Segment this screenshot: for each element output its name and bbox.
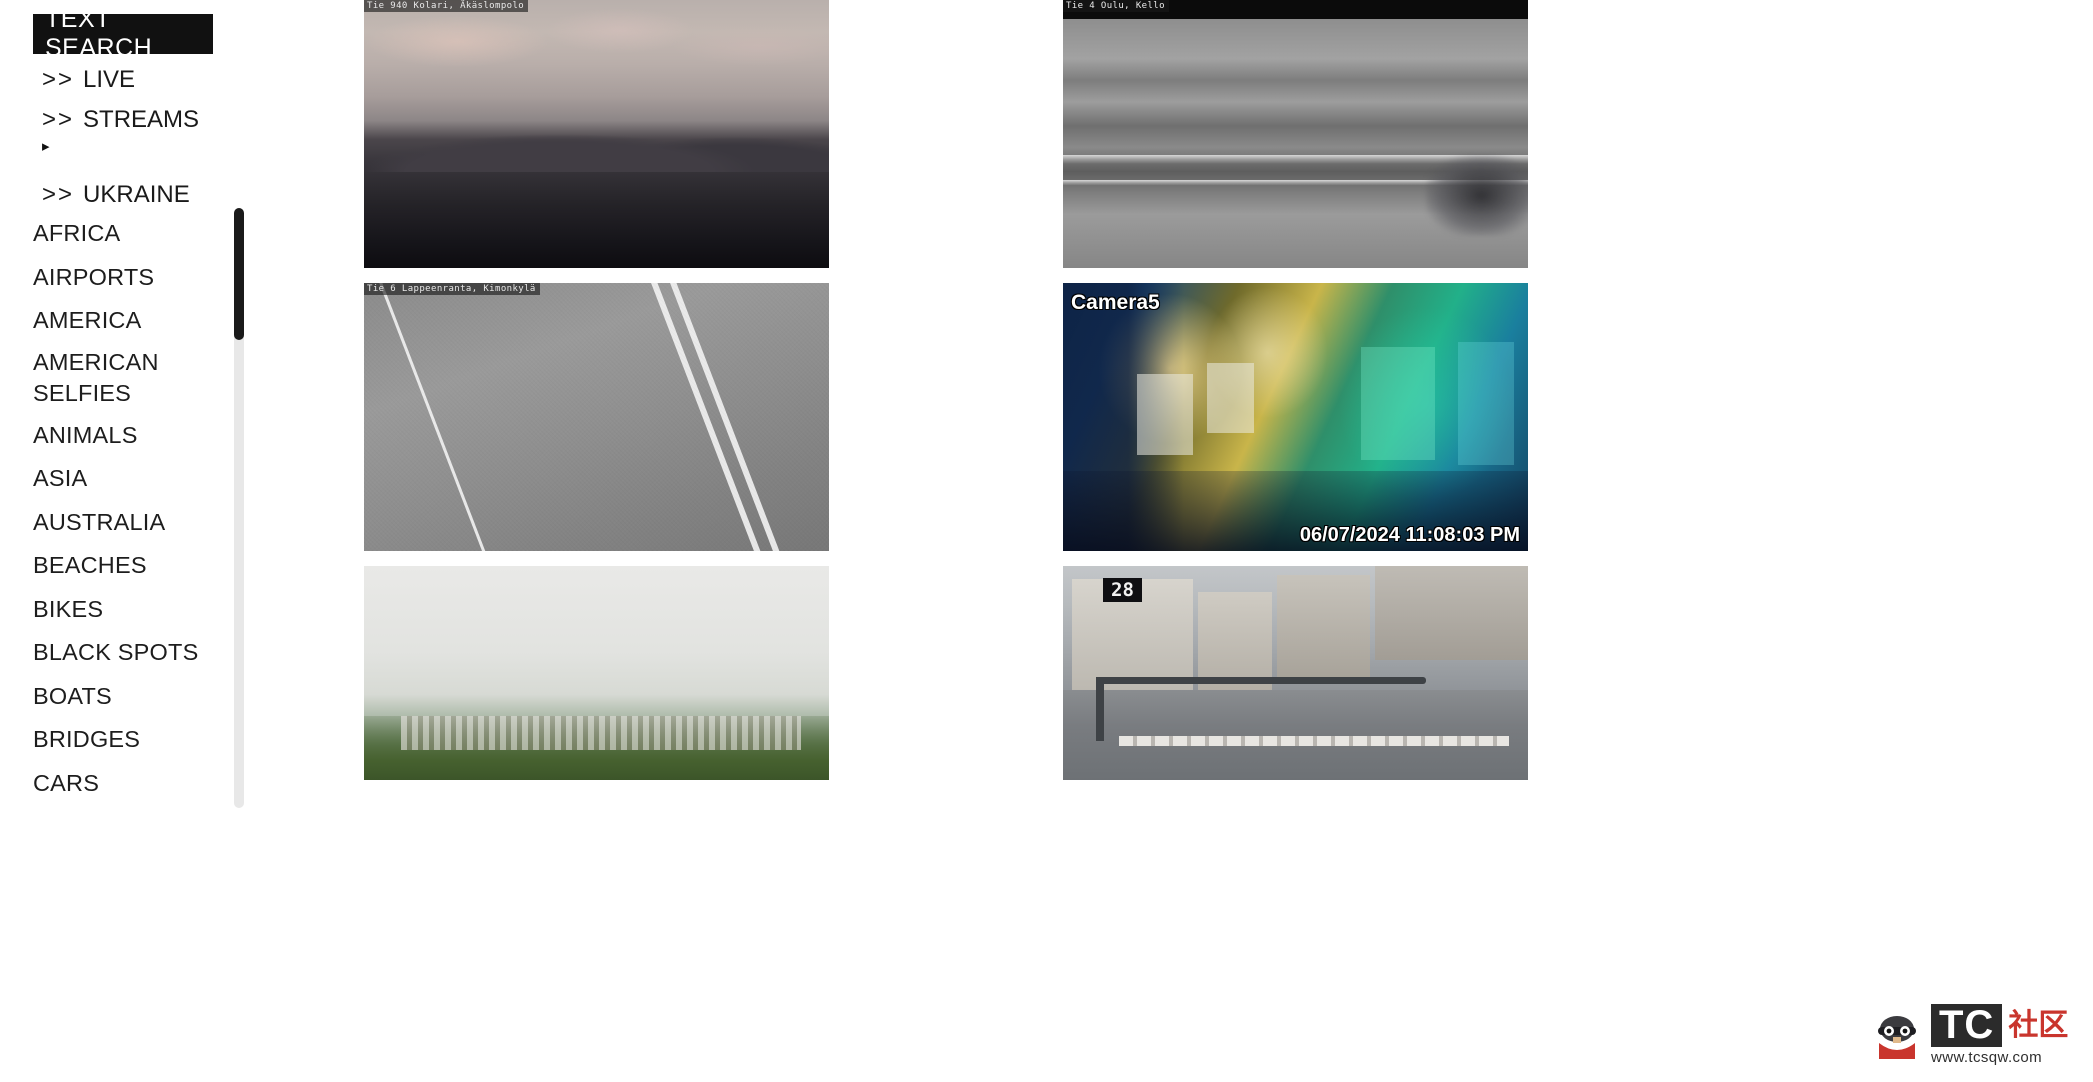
camera-timestamp: 06/07/2024 11:08:03 PM <box>1299 524 1520 546</box>
watermark-brand: TC <box>1931 1003 2003 1048</box>
median-barrier <box>1118 735 1510 746</box>
mascot-icon <box>1869 1007 1925 1063</box>
camera-image <box>364 0 829 268</box>
sidebar-item-black-spots[interactable]: BLACK SPOTS <box>0 631 236 675</box>
category-list: AFRICA AIRPORTS AMERICA AMERICAN SELFIES… <box>0 212 236 805</box>
camera-thumb-asphalt[interactable]: Tie 6 Lappeenranta, Kimonkylä <box>364 283 829 551</box>
camera-caption: Tie 940 Kolari, Äkäslompolo <box>364 0 529 12</box>
nav-link-label: STREAMS <box>83 105 200 133</box>
sidebar-item-asia[interactable]: ASIA <box>0 457 236 501</box>
chevron-double-right-icon: >> <box>42 66 75 93</box>
sign-gantry <box>1100 677 1426 685</box>
sidebar-item-boats[interactable]: BOATS <box>0 675 236 719</box>
chevron-double-right-icon: >> <box>42 105 75 133</box>
camera-image <box>364 283 829 551</box>
camera-thumb-city[interactable]: 28 <box>1063 566 1528 780</box>
camera-grid: Tie 940 Kolari, Äkäslompolo Tie 6 Lappee… <box>300 0 2093 1082</box>
category-sidebar: TEXT SEARCH >> LIVE >> STREAMS ▸ >> UKRAINE… <box>0 0 250 1082</box>
scrollbar-thumb[interactable] <box>234 208 244 340</box>
camera-image <box>1063 0 1528 268</box>
camera-caption: Tie 4 Oulu, Kello <box>1063 0 1169 12</box>
nav-link-live[interactable]: >> LIVE <box>0 60 240 100</box>
nav-link-ukraine[interactable]: >> UKRAINE <box>0 175 240 215</box>
camera-column-left: Tie 940 Kolari, Äkäslompolo Tie 6 Lappee… <box>364 0 1064 795</box>
store-shelf <box>1207 363 1254 434</box>
camera-thumb-fell[interactable]: Tie 940 Kolari, Äkäslompolo <box>364 0 829 268</box>
speed-badge: 28 <box>1103 578 1142 602</box>
watermark-suffix: 社区 <box>2008 1008 2069 1042</box>
watermark-brand-row: TC 社区 <box>1931 1003 2069 1048</box>
sidebar-item-airports[interactable]: AIRPORTS <box>0 256 236 300</box>
sidebar-item-australia[interactable]: AUSTRALIA <box>0 501 236 545</box>
text-search-header[interactable]: TEXT SEARCH <box>33 5 213 62</box>
camera-caption: Tie 6 Lappeenranta, Kimonkylä <box>364 283 540 295</box>
nav-link-streams[interactable]: >> STREAMS <box>0 100 240 140</box>
store-shelf <box>1137 374 1194 455</box>
sidebar-item-animals[interactable]: ANIMALS <box>0 414 236 458</box>
cloud-layer <box>364 5 829 97</box>
sidebar-item-cars[interactable]: CARS <box>0 762 236 806</box>
camera-image <box>364 566 829 780</box>
camera-overlay-label: Camera5 <box>1071 291 1160 314</box>
camera-image <box>1063 283 1528 551</box>
primary-nav: >> LIVE >> STREAMS ▸ >> UKRAINE <box>0 60 240 215</box>
noise-overlay <box>364 283 829 551</box>
store-shelf <box>1458 341 1515 466</box>
sidebar-item-africa[interactable]: AFRICA <box>0 212 236 256</box>
watermark-url: www.tcsqw.com <box>1931 1049 2043 1067</box>
chevron-double-right-icon: >> <box>42 181 75 209</box>
sign-gantry-post <box>1095 677 1104 742</box>
sidebar-item-american-selfies[interactable]: AMERICAN SELFIES <box>0 343 236 414</box>
building <box>1276 574 1370 678</box>
watermark-text-block: TC 社区 www.tcsqw.com <box>1931 1003 2069 1067</box>
sidebar-item-bikes[interactable]: BIKES <box>0 588 236 632</box>
store-shelf <box>1360 347 1435 460</box>
camera-thumb-store[interactable]: Camera5 06/07/2024 11:08:03 PM <box>1063 283 1528 551</box>
caret-right-icon[interactable]: ▸ <box>0 139 240 161</box>
camera-thumb-fog[interactable] <box>364 566 829 780</box>
camera-column-right: Tie 4 Oulu, Kello Camera5 06/07/2024 11:… <box>1063 0 1763 795</box>
sidebar-item-beaches[interactable]: BEACHES <box>0 544 236 588</box>
camera-thumb-highway[interactable]: Tie 4 Oulu, Kello <box>1063 0 1528 268</box>
nav-link-label: UKRAINE <box>83 181 190 209</box>
sidebar-item-bridges[interactable]: BRIDGES <box>0 718 236 762</box>
site-watermark: TC 社区 www.tcsqw.com <box>1869 996 2081 1074</box>
building <box>1374 566 1528 661</box>
sidebar-item-america[interactable]: AMERICA <box>0 299 236 343</box>
moving-vehicle <box>1425 155 1528 236</box>
nav-link-label: LIVE <box>83 66 136 93</box>
page-root: TEXT SEARCH >> LIVE >> STREAMS ▸ >> UKRAINE… <box>0 0 2093 1082</box>
